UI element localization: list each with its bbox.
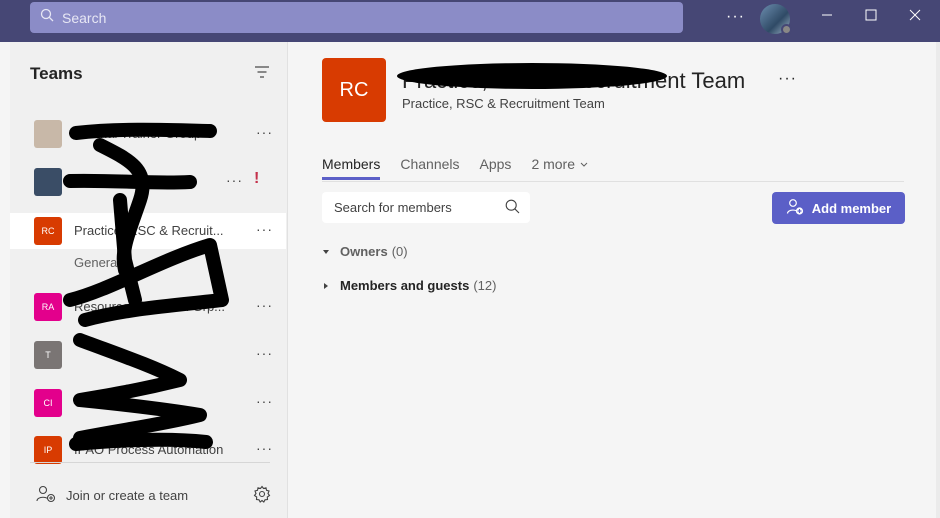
team-avatar (34, 168, 62, 196)
tab-more-label: 2 more (531, 156, 576, 172)
team-more-icon[interactable]: ··· (256, 297, 273, 313)
close-icon[interactable] (905, 8, 925, 26)
join-label: Join or create a team (66, 488, 189, 503)
team-avatar: T (34, 341, 62, 369)
presence-status-icon (781, 24, 792, 35)
tab-apps[interactable]: Apps (480, 156, 512, 180)
team-more-options-icon[interactable]: ··· (778, 70, 797, 88)
caret-down-icon (322, 244, 330, 259)
team-item[interactable]: CI Cl ··· (10, 385, 286, 421)
members-count: (12) (473, 278, 497, 293)
team-more-icon[interactable]: ··· (256, 221, 273, 237)
caret-right-icon (322, 278, 330, 293)
member-search-input[interactable]: Search for members (322, 192, 530, 223)
team-more-icon[interactable]: ··· (256, 440, 273, 456)
team-subtitle: Practice, RSC & Recruitment Team (402, 96, 605, 111)
add-people-icon (36, 485, 56, 506)
team-more-icon[interactable]: ··· (256, 124, 273, 140)
team-avatar: CI (34, 389, 62, 417)
team-name: Internal Trainer Group (74, 126, 202, 141)
team-avatar: RA (34, 293, 62, 321)
tab-channels[interactable]: Channels (400, 156, 459, 180)
search-icon (40, 8, 54, 27)
maximize-icon[interactable] (861, 8, 881, 26)
main-pane: RC Practice, RSC & Recruitment Team ··· … (290, 42, 940, 518)
members-section-toggle[interactable]: Members and guests (12) (322, 278, 496, 293)
team-avatar: RC (34, 217, 62, 245)
add-member-button[interactable]: Add member (772, 192, 905, 224)
team-item[interactable]: RA Resource Allocation Grp... ··· (10, 289, 286, 325)
team-avatar-large: RC (322, 58, 386, 122)
team-item[interactable]: T ··· (10, 337, 286, 373)
members-label: Members and guests (340, 278, 470, 293)
team-name: IPAO Process Automation (74, 442, 224, 457)
team-more-icon[interactable]: ··· (226, 172, 243, 188)
filter-icon[interactable] (254, 65, 270, 84)
member-search-placeholder: Search for members (334, 200, 452, 215)
team-name: Resource Allocation Grp... (74, 299, 226, 314)
search-icon (505, 199, 520, 217)
owners-count: (0) (391, 244, 408, 259)
right-edge-panel (936, 42, 940, 518)
tab-bar: Members Channels Apps 2 more (322, 156, 589, 180)
channel-item-general[interactable]: General (74, 255, 120, 270)
team-title: Practice, RSC & Recruitment Team (402, 68, 746, 93)
alert-icon: ! (254, 170, 260, 187)
sidebar-title: Teams (30, 64, 83, 83)
team-item[interactable]: Internal Trainer Group ··· (10, 116, 286, 152)
team-more-icon[interactable]: ··· (256, 393, 273, 409)
add-member-label: Add member (811, 200, 892, 216)
minimize-icon[interactable] (817, 8, 837, 26)
owners-section-toggle[interactable]: Owners (0) (322, 244, 408, 259)
chevron-down-icon (580, 162, 588, 167)
team-item[interactable]: ··· ! (10, 164, 286, 200)
tab-more[interactable]: 2 more (531, 156, 588, 180)
more-options-icon[interactable]: ··· (726, 8, 745, 26)
sidebar-divider (30, 462, 270, 463)
tab-divider (322, 181, 904, 182)
team-name: Practice, RSC & Recruit... (74, 223, 224, 238)
add-person-icon (786, 198, 804, 219)
team-item-selected[interactable]: RC Practice, RSC & Recruit... ··· (10, 213, 286, 249)
tab-members[interactable]: Members (322, 156, 381, 180)
team-more-icon[interactable]: ··· (256, 345, 273, 361)
team-avatar (34, 120, 62, 148)
join-or-create-team-button[interactable]: Join or create a team (36, 485, 188, 506)
global-search-box[interactable]: Search (30, 2, 683, 33)
profile-avatar[interactable] (760, 4, 792, 35)
settings-gear-icon[interactable] (253, 485, 271, 508)
search-placeholder: Search (62, 9, 107, 26)
team-name: Cl (74, 395, 87, 410)
teams-sidebar: Teams Internal Trainer Group ··· ··· ! R… (10, 42, 288, 518)
title-bar: Search ··· (0, 0, 940, 42)
team-avatar: IP (34, 436, 62, 464)
owners-label: Owners (340, 244, 388, 259)
